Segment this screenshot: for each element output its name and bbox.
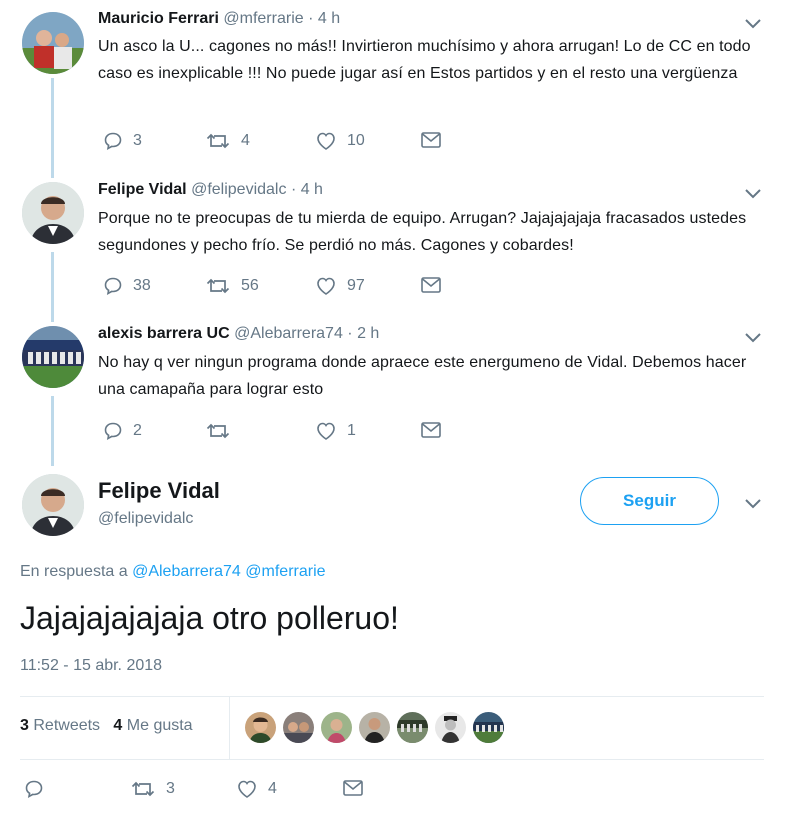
retweet-button[interactable]: 56 <box>205 276 259 296</box>
author-name[interactable]: Mauricio Ferrari <box>98 10 219 27</box>
tweet-time[interactable]: · 4 h <box>291 181 323 198</box>
liker-avatar[interactable] <box>473 712 504 743</box>
main-author-name[interactable]: Felipe Vidal <box>98 478 220 504</box>
thread-line <box>51 78 54 178</box>
tweet-time[interactable]: · 4 h <box>308 10 340 27</box>
thread-line <box>51 252 54 322</box>
chevron-down-icon[interactable] <box>743 331 763 345</box>
like-count: 10 <box>347 132 365 149</box>
envelope-icon <box>420 276 442 294</box>
reply-button[interactable]: 3 <box>103 131 142 151</box>
likes-stat-count: 4 <box>113 717 123 734</box>
tweet-text: Porque no te preocupas de tu mierda de e… <box>98 210 747 254</box>
retweet-icon <box>130 779 156 799</box>
likes-stat[interactable]: 4 Me gusta <box>113 717 192 734</box>
author-handle[interactable]: @felipevidalc <box>191 181 286 198</box>
liker-avatars <box>245 712 511 743</box>
liker-avatar[interactable] <box>397 712 428 743</box>
like-button[interactable]: 97 <box>315 276 365 296</box>
reply-prefix: En respuesta a <box>20 563 128 580</box>
reply-button[interactable]: 2 <box>103 421 142 441</box>
avatar[interactable] <box>22 182 84 244</box>
main-author-handle[interactable]: @felipevidalc <box>98 510 193 528</box>
tweet-text: Un asco la U... cagones no más!! Invirti… <box>98 38 751 82</box>
thread-line <box>51 396 54 466</box>
author-handle[interactable]: @Alebarrera74 <box>234 325 343 342</box>
mention-link[interactable]: @Alebarrera74 <box>132 563 241 580</box>
reply-icon <box>103 276 123 296</box>
liker-avatar[interactable] <box>359 712 390 743</box>
retweet-icon <box>205 276 231 296</box>
divider <box>20 696 764 697</box>
reply-icon <box>24 779 44 799</box>
reply-button[interactable] <box>24 779 44 799</box>
dm-button[interactable] <box>420 131 442 149</box>
likes-stat-label: Me gusta <box>126 717 193 734</box>
tweet-stats: 3 Retweets 4 Me gusta <box>20 717 193 735</box>
avatar[interactable] <box>22 326 84 388</box>
reply-count: 38 <box>133 277 151 294</box>
reply-count: 3 <box>133 132 142 149</box>
dm-button[interactable] <box>342 779 364 797</box>
liker-avatar[interactable] <box>435 712 466 743</box>
author-name[interactable]: alexis barrera UC <box>98 325 230 342</box>
heart-icon <box>315 276 337 296</box>
chevron-down-icon[interactable] <box>743 497 763 511</box>
reply-button[interactable]: 38 <box>103 276 151 296</box>
mention-link[interactable]: @mferrarie <box>245 563 325 580</box>
retweet-button[interactable] <box>205 421 241 441</box>
stats-divider <box>229 697 230 759</box>
heart-icon <box>315 131 337 151</box>
chevron-down-icon[interactable] <box>743 187 763 201</box>
main-actions: 3 4 <box>20 779 420 803</box>
main-avatar[interactable] <box>22 474 84 536</box>
like-count: 97 <box>347 277 365 294</box>
main-tweet-text: Jajajajajajaja otro polleruo! <box>20 600 399 636</box>
reply-count: 2 <box>133 422 142 439</box>
follow-button[interactable]: Seguir <box>580 477 719 525</box>
tweet-text: No hay q ver ningun programa donde aprae… <box>98 354 747 398</box>
retweet-count: 4 <box>241 132 250 149</box>
liker-avatar[interactable] <box>245 712 276 743</box>
author-handle[interactable]: @mferrarie <box>223 10 303 27</box>
retweets-stat-label: Retweets <box>33 717 101 734</box>
heart-icon <box>315 421 337 441</box>
reply-context: En respuesta a @Alebarrera74 @mferrarie <box>20 563 326 581</box>
chevron-down-icon[interactable] <box>743 17 763 31</box>
like-count: 1 <box>347 422 356 439</box>
tweet-time[interactable]: · 2 h <box>347 325 379 342</box>
envelope-icon <box>420 131 442 149</box>
retweets-stat[interactable]: 3 Retweets <box>20 717 100 734</box>
like-count: 4 <box>268 780 277 797</box>
retweet-button[interactable]: 4 <box>205 131 250 151</box>
retweet-icon <box>205 131 231 151</box>
dm-button[interactable] <box>420 421 442 439</box>
heart-icon <box>236 779 258 799</box>
like-button[interactable]: 10 <box>315 131 365 151</box>
avatar[interactable] <box>22 12 84 74</box>
tweet-timestamp[interactable]: 11:52 - 15 abr. 2018 <box>20 657 162 675</box>
envelope-icon <box>420 421 442 439</box>
retweet-count: 3 <box>166 780 175 797</box>
reply-icon <box>103 131 123 151</box>
liker-avatar[interactable] <box>283 712 314 743</box>
like-button[interactable]: 4 <box>236 779 277 799</box>
liker-avatar[interactable] <box>321 712 352 743</box>
retweet-button[interactable]: 3 <box>130 779 175 799</box>
reply-icon <box>103 421 123 441</box>
retweet-count: 56 <box>241 277 259 294</box>
divider <box>20 759 764 760</box>
author-name[interactable]: Felipe Vidal <box>98 181 187 198</box>
envelope-icon <box>342 779 364 797</box>
like-button[interactable]: 1 <box>315 421 356 441</box>
retweets-stat-count: 3 <box>20 717 29 734</box>
retweet-icon <box>205 421 231 441</box>
dm-button[interactable] <box>420 276 442 294</box>
